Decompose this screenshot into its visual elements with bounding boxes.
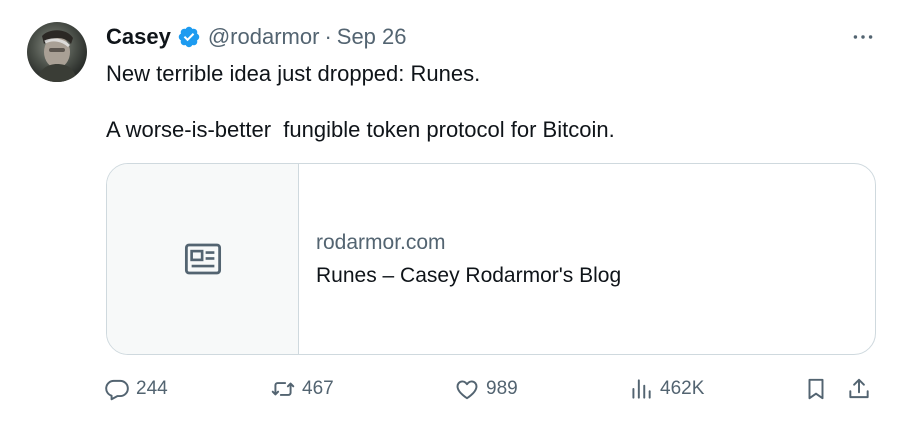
tweet-text: New terrible idea just dropped: Runes. A… (106, 60, 866, 144)
more-icon (853, 35, 873, 39)
reply-icon (105, 379, 129, 401)
reply-count: 244 (136, 378, 168, 399)
author-handle[interactable]: @rodarmor (208, 24, 320, 50)
tweet-date[interactable]: Sep 26 (337, 24, 407, 50)
separator-dot: · (324, 24, 332, 49)
like-count: 989 (486, 378, 518, 399)
card-thumbnail (107, 164, 299, 354)
views-count: 462K (660, 378, 705, 399)
more-options-button[interactable] (846, 22, 880, 52)
action-bar: 244 467 989 462K (0, 372, 904, 406)
views-button[interactable]: 462K (628, 372, 704, 406)
link-preview-card[interactable]: rodarmor.com Runes – Casey Rodarmor's Bl… (106, 163, 876, 355)
bookmark-button[interactable] (803, 372, 829, 406)
retweet-button[interactable]: 467 (270, 372, 334, 406)
author-name[interactable]: Casey (106, 24, 171, 50)
news-article-icon (184, 243, 221, 275)
retweet-icon (271, 382, 295, 396)
views-chart-icon (632, 379, 651, 399)
retweet-count: 467 (302, 378, 334, 399)
reply-button[interactable]: 244 (104, 372, 168, 406)
card-domain: rodarmor.com (316, 230, 446, 254)
tweet[interactable]: Casey @rodarmor · Sep 26 New terrible id… (0, 0, 904, 426)
card-title: Runes – Casey Rodarmor's Blog (316, 263, 622, 287)
tweet-line-1: New terrible idea just dropped: Runes. (106, 61, 481, 86)
verified-badge-icon (178, 26, 200, 48)
tweet-header: Casey @rodarmor · Sep 26 (106, 24, 407, 50)
bookmark-icon (808, 378, 824, 400)
tweet-line-2: A worse-is-better fungible token protoco… (106, 117, 615, 142)
heart-icon (456, 380, 478, 400)
avatar[interactable] (27, 22, 87, 82)
share-icon (849, 378, 869, 399)
card-info: rodarmor.com Runes – Casey Rodarmor's Bl… (299, 164, 621, 354)
share-button[interactable] (846, 372, 872, 406)
like-button[interactable]: 989 (454, 372, 518, 406)
